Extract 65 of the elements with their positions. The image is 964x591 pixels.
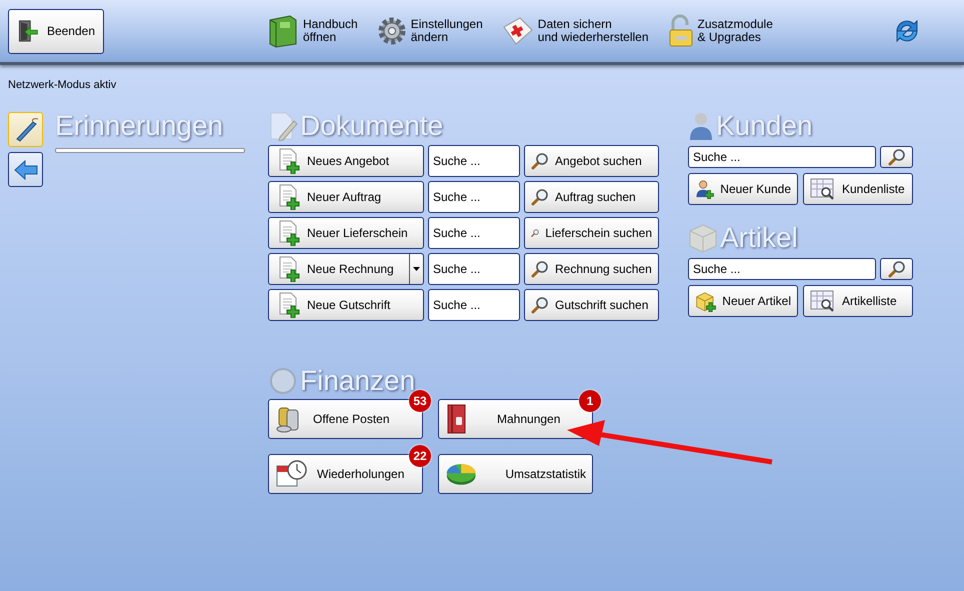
search-button[interactable] (880, 258, 913, 280)
edit-button[interactable] (8, 112, 43, 147)
magnifier-icon (888, 260, 906, 278)
new-document-button[interactable]: Neue Rechnung (268, 253, 424, 285)
search-field[interactable]: Suche ... (428, 253, 520, 285)
back-arrow-icon (12, 158, 38, 180)
person-icon (688, 111, 714, 141)
back-button[interactable] (8, 152, 43, 187)
magnifier-icon (531, 152, 549, 170)
document-plus-icon (277, 256, 301, 282)
search-field[interactable]: Suche ... (428, 217, 520, 249)
table-search-icon (810, 177, 836, 201)
new-item-button[interactable]: Neuer Kunde (688, 173, 798, 205)
document-plus-icon (277, 184, 301, 210)
coin-icon (268, 366, 298, 396)
search-field[interactable]: Suche ... (428, 289, 520, 321)
search-button[interactable]: Lieferschein suchen (524, 217, 659, 249)
toolbar-label: Einstellungen ändern (410, 18, 483, 44)
section-title: Dokumente (300, 110, 444, 142)
first-aid-icon (500, 15, 535, 47)
search-button[interactable]: Rechnung suchen (524, 253, 659, 285)
new-item-button[interactable]: Neuer Artikel (688, 285, 798, 317)
padlock-icon (666, 14, 695, 48)
search-button[interactable]: Angebot suchen (524, 145, 659, 177)
finance-button[interactable]: Umsatzstatistik (438, 454, 593, 494)
search-field[interactable]: Suche ... (688, 146, 876, 168)
magnifier-icon (531, 296, 549, 314)
magnifier-icon (888, 148, 906, 166)
list-button[interactable]: Artikelliste (803, 285, 913, 317)
search-field[interactable]: Suche ... (428, 181, 520, 213)
document-pencil-icon (268, 111, 298, 141)
toolbar-button[interactable]: Einstellungen ändern (372, 11, 487, 51)
search-button[interactable] (880, 146, 913, 168)
search-field[interactable]: Suche ... (428, 145, 520, 177)
table-search-icon (810, 289, 836, 313)
toolbar-button[interactable]: Handbuch öffnen (262, 11, 362, 51)
caret-icon[interactable] (413, 267, 420, 271)
gear-icon (376, 15, 408, 47)
section-title: Kunden (716, 110, 813, 142)
toolbar-button[interactable]: Daten sichern und wiederherstellen (496, 11, 653, 51)
magnifier-icon (531, 188, 549, 206)
new-document-button[interactable]: Neuer Auftrag (268, 181, 424, 213)
count-badge: 1 (579, 390, 601, 412)
toolbar-label: Zusatzmodule & Upgrades (698, 18, 773, 44)
network-status: Netzwerk-Modus aktiv (8, 79, 116, 91)
magnifier-icon (531, 260, 549, 278)
count-badge: 22 (409, 445, 431, 467)
list-button[interactable]: Kundenliste (803, 173, 913, 205)
document-plus-icon (277, 220, 301, 246)
new-document-button[interactable]: Neuer Lieferschein (268, 217, 424, 249)
search-field[interactable]: Suche ... (688, 258, 876, 280)
new-document-button[interactable]: Neues Angebot (268, 145, 424, 177)
section-title: Erinnerungen (55, 110, 224, 142)
box-icon (688, 223, 718, 253)
exit-button[interactable]: Beenden (8, 8, 104, 54)
new-document-button[interactable]: Neue Gutschrift (268, 289, 424, 321)
count-badge: 53 (409, 390, 431, 412)
search-button[interactable]: Gutschrift suchen (524, 289, 659, 321)
section-title: Artikel (720, 222, 798, 254)
toolbar-label: Handbuch öffnen (303, 18, 358, 44)
document-plus-icon (277, 292, 301, 318)
search-button[interactable]: Auftrag suchen (524, 181, 659, 213)
toolbar-label: Daten sichern und wiederherstellen (538, 18, 649, 44)
document-plus-icon (277, 148, 301, 174)
toolbar-button[interactable]: Zusatzmodule & Upgrades (662, 11, 777, 51)
